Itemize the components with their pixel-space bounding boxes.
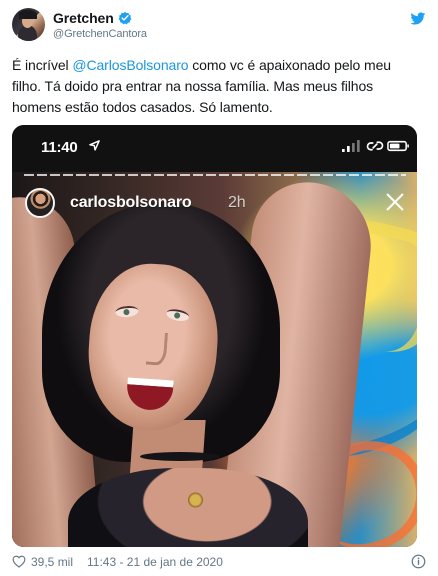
- author-handle[interactable]: @GretchenCantora: [53, 28, 147, 40]
- close-icon[interactable]: [384, 191, 406, 213]
- story-age: 2h: [228, 194, 246, 211]
- verified-badge-icon: [118, 11, 132, 25]
- tweet-text-start: É incrível: [12, 57, 73, 73]
- story-progress-bar: [24, 174, 406, 176]
- left-eye: [114, 305, 139, 319]
- heart-icon[interactable]: [12, 555, 26, 568]
- tweet-header: Gretchen @GretchenCantora: [12, 8, 426, 44]
- story-header: carlosbolsonaro 2h: [25, 184, 407, 220]
- story-username[interactable]: carlosbolsonaro: [70, 194, 192, 212]
- like-count[interactable]: 39,5 mil: [31, 553, 73, 571]
- location-arrow-icon: [89, 140, 100, 151]
- signal-icon: [342, 140, 360, 152]
- mention-link[interactable]: @CarlosBolsonaro: [72, 57, 188, 73]
- pendant-necklace: [182, 489, 209, 511]
- story-photo: [12, 172, 417, 547]
- choker-necklace: [140, 452, 220, 461]
- tweet-footer: 39,5 mil 11:43 - 21 de jan de 2020: [12, 553, 426, 571]
- status-time: 11:40: [41, 139, 78, 156]
- phone-status-bar: 11:40: [12, 125, 417, 172]
- right-eye: [165, 307, 191, 323]
- battery-icon: [387, 140, 409, 152]
- tweet-card: Gretchen @GretchenCantora É incrível @Ca…: [0, 0, 438, 576]
- twitter-bird-icon[interactable]: [410, 12, 426, 26]
- open-mouth: [125, 377, 174, 412]
- nose: [145, 331, 169, 366]
- tweet-text: É incrível @CarlosBolsonaro como vc é ap…: [12, 55, 422, 118]
- story-screenshot-media[interactable]: 11:40 carlosbolsonaro 2h: [12, 125, 417, 547]
- tweet-timestamp[interactable]: 11:43 - 21 de jan de 2020: [87, 553, 223, 571]
- display-name[interactable]: Gretchen: [53, 10, 114, 26]
- profile-avatar[interactable]: [12, 8, 45, 41]
- story-avatar[interactable]: [25, 188, 55, 218]
- author-name-line: Gretchen: [53, 9, 132, 27]
- link-icon: [366, 141, 384, 151]
- info-icon[interactable]: [411, 554, 426, 569]
